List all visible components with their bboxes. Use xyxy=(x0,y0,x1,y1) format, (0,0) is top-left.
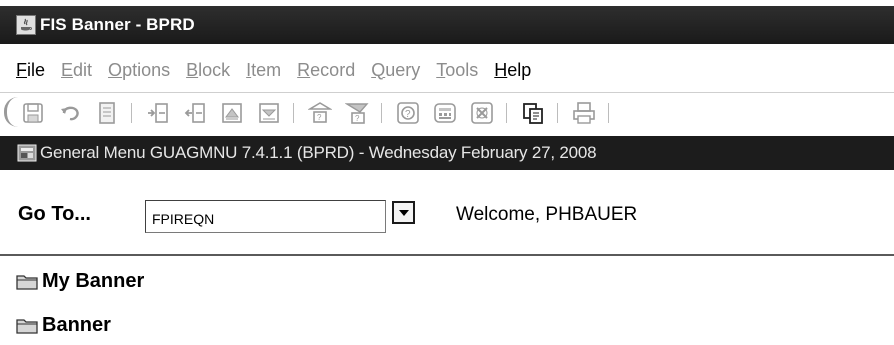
menu-item[interactable]: Item xyxy=(246,60,281,81)
remove-record-icon[interactable] xyxy=(182,100,208,126)
toolbar-separator xyxy=(381,102,384,123)
chevron-down-icon xyxy=(398,209,409,216)
print-icon[interactable] xyxy=(571,100,597,126)
goto-dropdown-button[interactable] xyxy=(392,201,415,224)
enter-query-icon[interactable]: ? xyxy=(307,100,333,126)
menu-file-label: ile xyxy=(27,59,46,80)
menu-record-label: ecord xyxy=(310,59,356,80)
menu-item-label: tem xyxy=(251,59,282,80)
menu-edit-mnemonic: E xyxy=(61,59,74,80)
menu-query-label: uery xyxy=(385,59,421,80)
menu-help[interactable]: Help xyxy=(494,60,531,81)
menu-block[interactable]: Block xyxy=(186,60,230,81)
window-titlebar: FIS Banner - BPRD xyxy=(0,6,894,44)
menu-help-label: elp xyxy=(507,59,532,80)
toolbar-separator xyxy=(608,102,611,123)
document-icon[interactable] xyxy=(94,100,120,126)
tree-item-my-banner[interactable]: My Banner xyxy=(16,270,144,293)
menu-tools[interactable]: Tools xyxy=(436,60,478,81)
help-icon[interactable]: ? xyxy=(395,100,421,126)
tree-item-banner[interactable]: Banner xyxy=(16,314,111,337)
java-icon xyxy=(16,15,36,35)
svg-text:?: ? xyxy=(405,109,411,120)
menu-tools-mnemonic: T xyxy=(436,59,446,80)
svg-text:?: ? xyxy=(317,113,322,122)
menu-query-mnemonic: Q xyxy=(371,59,386,80)
cancel-icon[interactable] xyxy=(469,100,495,126)
tree-item-label: Banner xyxy=(42,314,111,336)
toolbar-edge xyxy=(4,97,18,127)
select-record-icon[interactable] xyxy=(219,100,245,126)
save-icon[interactable] xyxy=(20,100,46,126)
menu-record-mnemonic: R xyxy=(297,59,311,80)
toolbar: ? ? ? xyxy=(0,92,894,132)
menu-options[interactable]: Options xyxy=(108,60,170,81)
menu-block-label: lock xyxy=(198,59,231,80)
menu-query[interactable]: Query xyxy=(371,60,420,81)
menu-file-mnemonic: F xyxy=(16,59,27,80)
menu-options-mnemonic: O xyxy=(108,59,123,80)
form-title-bar: General Menu GUAGMNU 7.4.1.1 (BPRD) - We… xyxy=(0,136,894,170)
form-icon xyxy=(16,142,38,164)
menu-block-mnemonic: B xyxy=(186,59,199,80)
toolbar-separator xyxy=(293,102,296,123)
menu-edit[interactable]: Edit xyxy=(61,60,92,81)
menu-edit-label: dit xyxy=(73,59,93,80)
goto-panel: Go To... FPIREQN Welcome, PHBAUER xyxy=(0,170,894,256)
menu-record[interactable]: Record xyxy=(297,60,355,81)
toolbar-separator xyxy=(506,102,509,123)
menu-tree: My Banner Banner xyxy=(0,258,894,345)
insert-record-icon[interactable] xyxy=(145,100,171,126)
welcome-message: Welcome, PHBAUER xyxy=(456,204,638,225)
menu-help-mnemonic: H xyxy=(494,59,508,80)
menubar: File Edit Options Block Item Record Quer… xyxy=(0,50,894,90)
svg-text:?: ? xyxy=(355,114,360,123)
window-title: FIS Banner - BPRD xyxy=(40,15,195,34)
menu-tools-label: ools xyxy=(445,59,479,80)
menu-options-label: ptions xyxy=(122,59,171,80)
calculator-icon[interactable] xyxy=(432,100,458,126)
menu-file[interactable]: File xyxy=(16,60,45,81)
toolbar-separator xyxy=(131,102,134,123)
toolbar-separator xyxy=(557,102,560,123)
goto-input[interactable]: FPIREQN xyxy=(145,200,386,233)
folder-icon xyxy=(16,275,38,290)
copy-icon[interactable] xyxy=(520,100,546,126)
execute-query-icon[interactable]: ? xyxy=(344,100,370,126)
folder-icon xyxy=(16,319,38,334)
next-block-icon[interactable] xyxy=(256,100,282,126)
goto-label: Go To... xyxy=(18,203,91,225)
tree-item-label: My Banner xyxy=(42,270,145,292)
rollback-icon[interactable] xyxy=(57,100,83,126)
form-title: General Menu GUAGMNU 7.4.1.1 (BPRD) - We… xyxy=(40,143,597,162)
